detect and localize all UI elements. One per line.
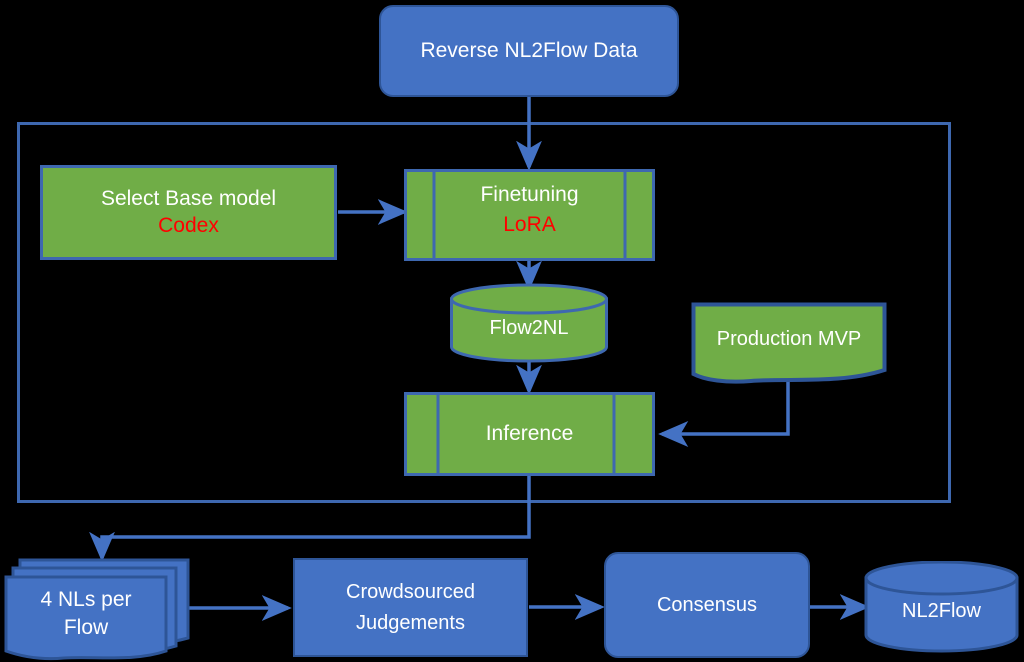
node-flow2nl[interactable]: Flow2NL	[449, 283, 609, 363]
node-production-mvp[interactable]: Production MVP	[691, 302, 887, 386]
node-label-consensus: Consensus	[656, 593, 758, 616]
node-nl2flow[interactable]: NL2Flow	[864, 561, 1019, 654]
node-label-select-base-model: Select Base model	[100, 187, 277, 211]
flowchart-canvas: Reverse NL2Flow Data Select Base model C…	[0, 0, 1024, 662]
node-reverse-nl2flow-data[interactable]: Reverse NL2Flow Data	[379, 5, 679, 97]
node-label-crowdsourced-line2: Judgements	[356, 611, 465, 634]
node-sublabel-codex: Codex	[158, 213, 219, 237]
node-consensus[interactable]: Consensus	[604, 552, 810, 658]
node-four-nls-per-flow[interactable]: 4 NLs per Flow	[4, 556, 194, 662]
node-crowdsourced-judgements[interactable]: Crowdsourced Judgements	[293, 558, 528, 657]
node-select-base-model[interactable]: Select Base model Codex	[40, 165, 337, 260]
node-finetuning[interactable]: Finetuning LoRA	[404, 169, 655, 261]
node-inference[interactable]: Inference	[404, 392, 655, 476]
node-label-reverse-nl2flow-data: Reverse NL2Flow Data	[420, 38, 638, 62]
node-label-crowdsourced-line1: Crowdsourced	[346, 580, 475, 603]
